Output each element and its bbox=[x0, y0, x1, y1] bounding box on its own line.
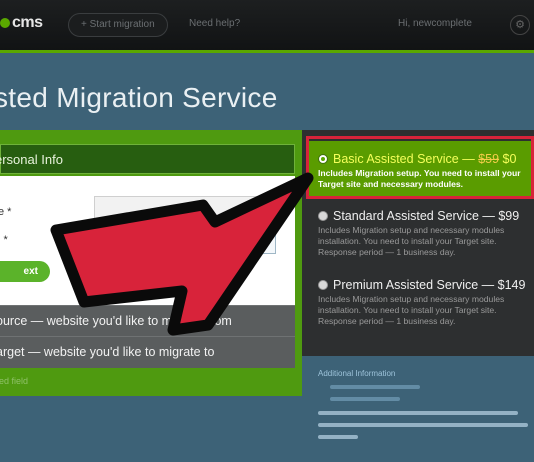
standard-service-description: Includes Migration setup and necessary m… bbox=[318, 225, 505, 257]
standard-service-radio[interactable] bbox=[318, 211, 328, 221]
info-text-line bbox=[318, 423, 528, 427]
basic-service-title: Basic Assisted Service — $59 $0 bbox=[333, 152, 517, 166]
target-step-row[interactable]: arget — website you'd like to migrate to bbox=[0, 336, 295, 368]
premium-service-radio[interactable] bbox=[318, 280, 328, 290]
source-step-label: ource — website you'd like to migrate fr… bbox=[0, 314, 232, 328]
personal-info-title: ersonal Info bbox=[0, 152, 63, 167]
name-field-label: e * bbox=[0, 206, 12, 218]
basic-service-option[interactable]: Basic Assisted Service — $59 $0 Includes… bbox=[308, 141, 534, 196]
basic-service-description: Includes Migration setup. You need to in… bbox=[318, 168, 521, 189]
cms-logo[interactable]: cms bbox=[0, 14, 43, 32]
name-input[interactable] bbox=[94, 196, 276, 220]
page-title: sted Migration Service bbox=[0, 82, 278, 113]
logo-text: cms bbox=[12, 14, 43, 31]
personal-info-header: ersonal Info bbox=[0, 144, 295, 174]
additional-info-title: Additional Information bbox=[318, 369, 396, 378]
top-navigation-bar: cms + Start migration Need help? Hi, new… bbox=[0, 0, 534, 53]
standard-service-title: Standard Assisted Service — $99 bbox=[333, 209, 520, 223]
new-price: $0 bbox=[502, 152, 517, 166]
start-migration-button[interactable]: + Start migration bbox=[68, 13, 168, 37]
info-link-line[interactable] bbox=[330, 397, 400, 401]
source-step-row[interactable]: ource — website you'd like to migrate fr… bbox=[0, 305, 295, 337]
basic-service-radio[interactable] bbox=[318, 154, 328, 164]
info-text-line bbox=[318, 411, 518, 415]
premium-service-description: Includes Migration setup and necessary m… bbox=[318, 294, 505, 326]
old-price: $59 bbox=[478, 152, 500, 166]
info-text-line bbox=[318, 435, 358, 439]
premium-service-title: Premium Assisted Service — $149 bbox=[333, 278, 526, 292]
target-step-label: arget — website you'd like to migrate to bbox=[0, 345, 215, 359]
required-field-note: ired field bbox=[0, 376, 29, 386]
email-input[interactable] bbox=[94, 230, 276, 254]
need-help-link[interactable]: Need help? bbox=[189, 18, 240, 29]
logo-mark-icon bbox=[0, 17, 10, 28]
email-field-label: l * bbox=[0, 234, 8, 246]
next-button[interactable]: ext bbox=[0, 261, 50, 282]
gear-icon[interactable]: ⚙ bbox=[510, 15, 530, 35]
info-link-line[interactable] bbox=[330, 385, 420, 389]
user-account-link[interactable]: Hi, newcomplete bbox=[398, 18, 472, 29]
